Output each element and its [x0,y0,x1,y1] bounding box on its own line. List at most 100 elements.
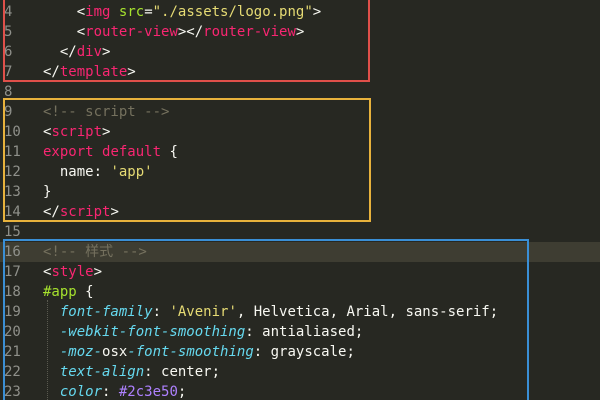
line-code: <script> [43,122,110,142]
code-token: div [76,44,103,60]
code-token: text-align [59,364,145,380]
code-line[interactable]: 20 -webkit-font-smoothing: antialiased; [0,322,600,342]
code-line[interactable]: 22 text-align: center; [0,362,600,382]
code-token: } [43,184,52,200]
line-number: 22 [4,364,21,380]
line-number: 16 [4,244,21,260]
line-code: <router-view></router-view> [43,22,305,42]
code-line[interactable]: 23 color: #2c3e50; [0,382,600,400]
code-token: </ [59,44,77,60]
code-token: name: [43,164,111,180]
line-number: 12 [4,164,21,180]
code-token: #app [43,284,77,300]
code-token: </ [43,64,60,80]
line-code: export default { [43,142,178,162]
code-token: < [76,4,86,20]
line-code: font-family: 'Avenir', Helvetica, Arial,… [43,302,498,322]
code-token: > [110,204,119,220]
code-token: > [295,24,305,40]
line-code: <!-- script --> [43,102,169,122]
code-token: -font-smoothing [127,344,254,360]
line-number: 23 [4,384,21,400]
code-token: router-view [203,24,296,40]
code-line[interactable]: 14 </script> [0,202,600,222]
line-number: 17 [4,264,21,280]
code-token: > [312,4,322,20]
code-token: #2c3e50 [118,384,178,400]
line-number: 5 [4,24,13,40]
code-line[interactable]: 17 <style> [0,262,600,282]
code-token: { [76,284,94,300]
code-token: default [102,144,162,160]
line-code: <img src="./assets/logo.png"> [43,2,322,22]
line-code: </script> [43,202,119,222]
line-code: } [43,182,51,202]
code-line[interactable]: 16 <!-- 样式 --> [0,242,600,262]
code-token: : center; [144,364,221,380]
code-token: font-family [59,304,153,320]
code-line[interactable]: 13} [0,182,600,202]
code-token: < [76,24,86,40]
code-line[interactable]: 5 <router-view></router-view> [0,22,600,42]
code-token: > [102,124,111,140]
line-number: 15 [4,224,21,240]
code-token: script [59,204,111,220]
code-token: : [102,384,119,400]
line-code: -webkit-font-smoothing: antialiased; [43,322,363,342]
code-token: > [93,264,103,280]
line-code: </template> [43,62,136,82]
line-number: 4 [4,4,13,20]
line-code: color: #2c3e50; [43,382,186,400]
code-line[interactable]: 11 export default { [0,142,600,162]
line-code: text-align: center; [43,362,220,382]
code-token: : antialiased; [245,324,364,340]
line-number: 7 [4,64,13,80]
line-number: 14 [4,204,21,220]
line-number: 11 [4,144,21,160]
code-token: <!-- script --> [43,104,170,120]
line-code: <style> [43,262,102,282]
code-token: -webkit-font-smoothing [59,324,246,340]
line-number: 9 [4,104,13,120]
code-line[interactable]: 8 [0,82,600,102]
code-token: = [144,4,153,20]
code-line[interactable]: 6 </div> [0,42,600,62]
line-number: 18 [4,284,21,300]
code-token: , Helvetica, Arial, sans-serif; [236,304,499,320]
code-token: router-view [85,24,178,40]
code-token: "./assets/logo.png" [152,4,313,20]
line-code: -moz-osx-font-smoothing: grayscale; [43,342,355,362]
line-code: <!-- 样式 --> [43,242,147,262]
code-token: osx [102,344,128,360]
code-editor[interactable]: 4 <img src="./assets/logo.png"> 5 <router… [0,0,600,400]
code-token: 'Avenir' [169,304,237,320]
code-token: : grayscale; [253,344,355,360]
code-line[interactable]: 4 <img src="./assets/logo.png"> [0,2,600,22]
code-line[interactable]: 18 #app { [0,282,600,302]
code-line[interactable]: 7 </template> [0,62,600,82]
code-token: <!-- 样式 --> [43,244,147,260]
line-number: 13 [4,184,21,200]
code-token: src [118,4,145,20]
code-line[interactable]: 10 <script> [0,122,600,142]
code-line[interactable]: 12 name: 'app' [0,162,600,182]
code-token: > [102,44,111,60]
code-token: </ [43,204,60,220]
code-token: style [51,264,94,280]
code-line[interactable]: 21 -moz-osx-font-smoothing: grayscale; [0,342,600,362]
code-token: { [161,144,178,160]
code-token: -moz- [59,344,103,360]
line-number: 20 [4,324,21,340]
line-number: 8 [4,84,13,100]
code-line[interactable]: 19 font-family: 'Avenir', Helvetica, Ari… [0,302,600,322]
code-line[interactable]: 9 <!-- script --> [0,102,600,122]
code-line[interactable]: 15 [0,222,600,242]
code-token: img [85,4,111,20]
code-token: template [59,64,128,80]
